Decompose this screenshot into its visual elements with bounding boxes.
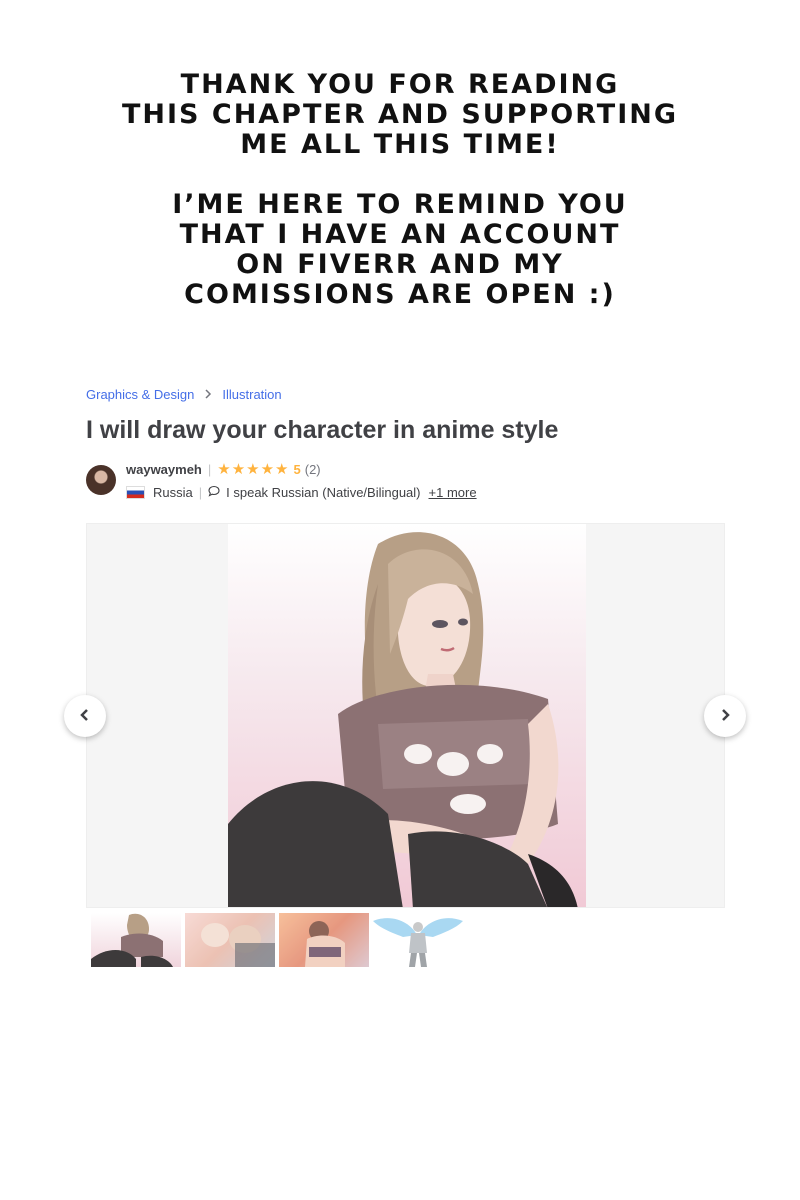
divider: | bbox=[198, 485, 203, 500]
seller-overview: waywaymeh | ★★★★★ 5 (2) Russia | I speak… bbox=[86, 458, 477, 502]
chevron-left-icon bbox=[79, 706, 91, 727]
rating-score: 5 bbox=[293, 461, 301, 477]
speech-bubble-icon bbox=[208, 485, 220, 500]
gallery-thumbnails bbox=[91, 913, 463, 967]
review-count[interactable]: (2) bbox=[305, 462, 321, 477]
seller-language: I speak Russian (Native/Bilingual) bbox=[226, 485, 421, 500]
divider: | bbox=[207, 461, 212, 477]
gig-main-image bbox=[228, 524, 586, 907]
gig-title: I will draw your character in anime styl… bbox=[86, 416, 559, 444]
seller-country: Russia bbox=[153, 485, 193, 500]
russia-flag-icon bbox=[126, 486, 145, 499]
gig-gallery bbox=[86, 523, 725, 908]
note-paragraph-1: Thank you for reading this chapter and s… bbox=[121, 69, 679, 160]
chevron-right-icon bbox=[204, 387, 212, 402]
gallery-thumbnail-2[interactable] bbox=[185, 913, 275, 967]
gallery-thumbnail-4[interactable] bbox=[373, 913, 463, 967]
note-paragraph-2: I’me here to remind you that I have an a… bbox=[172, 189, 628, 310]
gallery-prev-button[interactable] bbox=[64, 695, 106, 737]
gallery-thumbnail-3[interactable] bbox=[279, 913, 369, 967]
seller-username[interactable]: waywaymeh bbox=[126, 462, 202, 477]
avatar[interactable] bbox=[86, 465, 116, 495]
breadcrumb: Graphics & Design Illustration bbox=[86, 387, 282, 402]
gallery-next-button[interactable] bbox=[704, 695, 746, 737]
star-rating-icon: ★★★★★ bbox=[217, 461, 290, 478]
more-languages-link[interactable]: +1 more bbox=[429, 485, 477, 500]
gallery-thumbnail-1[interactable] bbox=[91, 913, 181, 967]
author-note: Thank you for reading this chapter and s… bbox=[0, 70, 800, 310]
chevron-right-icon bbox=[719, 706, 731, 727]
breadcrumb-graphics-design[interactable]: Graphics & Design bbox=[86, 387, 194, 402]
breadcrumb-illustration[interactable]: Illustration bbox=[222, 387, 281, 402]
